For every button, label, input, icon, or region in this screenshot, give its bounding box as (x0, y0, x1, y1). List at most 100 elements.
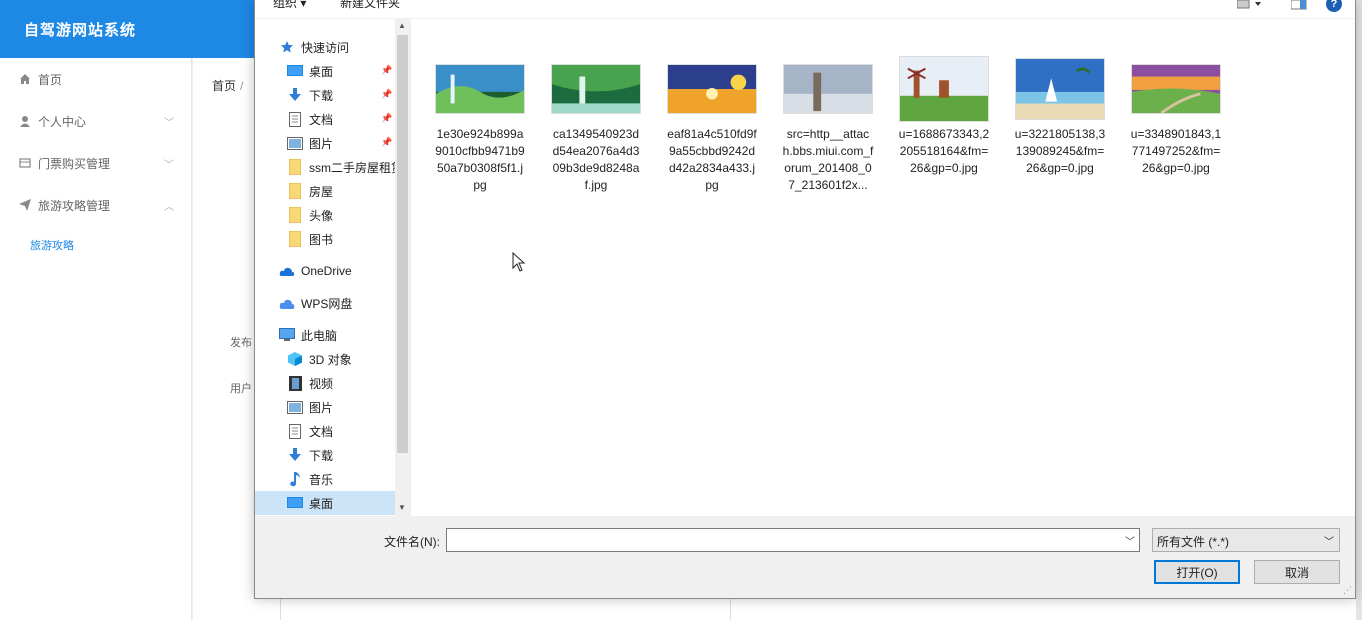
file-item[interactable]: src=http__attach.bbs.miui.com_forum_2014… (778, 55, 878, 194)
nav-item-label: 3D 对象 (309, 352, 352, 367)
app-header: 自驾游网站系统 (0, 0, 254, 58)
nav-item-folder-house[interactable]: 房屋 (287, 179, 410, 203)
sidebar-item-label: 门票购买管理 (38, 156, 111, 171)
form-label-user: 用户 (230, 383, 252, 395)
app-title: 自驾游网站系统 (24, 22, 137, 39)
navigation-pane: 快速访问 桌面 📌 下载 📌 文档 📌 图片 📌 ssm二手房屋租赁 房屋 头像… (255, 19, 410, 516)
sidebar-item-label: 首页 (38, 72, 63, 87)
file-thumbnail (898, 55, 990, 123)
pin-icon: 📌 (381, 89, 393, 99)
nav-item-this-pc[interactable]: 此电脑 (279, 323, 410, 347)
pin-icon: 📌 (381, 113, 393, 123)
file-thumbnail (782, 55, 874, 123)
nav-item-label: 头像 (309, 208, 334, 223)
nav-item-documents[interactable]: 文档 (287, 419, 410, 443)
nav-item-label: ssm二手房屋租赁 (309, 160, 395, 175)
pin-icon: 📌 (381, 137, 393, 147)
filename-input[interactable]: ﹀ (446, 528, 1140, 552)
file-thumbnail (1014, 55, 1106, 123)
app-sidebar: 首页 个人中心 ﹀ 门票购买管理 ﹀ 旅游攻略管理 ︿ 旅游攻略 (0, 58, 192, 620)
cancel-button[interactable]: 取消 (1254, 560, 1340, 584)
folder-icon (287, 207, 303, 223)
nav-item-label: 文档 (309, 424, 334, 439)
resize-grip-icon[interactable]: ⋰ (1343, 585, 1352, 596)
nav-item-videos[interactable]: 视频 (287, 371, 410, 395)
file-item[interactable]: 1e30e924b899a9010cfbb9471b950a7b0308f5f1… (430, 55, 530, 194)
sidebar-item-label: 个人中心 (38, 114, 87, 129)
file-type-value: 所有文件 (*.*) (1157, 535, 1230, 549)
sidebar-item-profile[interactable]: 个人中心 ﹀ (0, 100, 192, 142)
file-item[interactable]: u=3221805138,3139089245&fm=26&gp=0.jpg (1010, 55, 1110, 177)
chevron-down-icon[interactable]: ﹀ (1125, 533, 1135, 548)
download-icon (287, 87, 303, 103)
file-name: src=http__attach.bbs.miui.com_forum_2014… (782, 127, 874, 192)
sidebar-item-guides[interactable]: 旅游攻略管理 ︿ (0, 184, 192, 226)
file-open-dialog: 组织 ▾ 新建文件夹 ? 快速访问 桌面 📌 下载 📌 文档 📌 图片 📌 ss… (254, 0, 1356, 599)
video-icon (287, 375, 303, 391)
cloud-icon (279, 263, 295, 279)
organize-button[interactable]: 组织 ▾ (273, 0, 306, 11)
nav-item-pictures[interactable]: 图片 (287, 395, 410, 419)
nav-item-folder-ssm[interactable]: ssm二手房屋租赁 (287, 155, 395, 179)
file-thumbnail (550, 55, 642, 123)
file-name: ca1349540923dd54ea2076a4d309b3de9d8248af… (552, 127, 640, 192)
nav-item-onedrive[interactable]: OneDrive (279, 259, 410, 283)
scrollbar-thumb[interactable] (397, 35, 408, 453)
wps-cloud-icon (279, 295, 295, 311)
filename-label: 文件名(N): (384, 535, 440, 549)
file-name: 1e30e924b899a9010cfbb9471b950a7b0308f5f1… (435, 127, 525, 192)
picture-icon (287, 135, 303, 151)
nav-item-quick-access[interactable]: 快速访问 (279, 35, 410, 59)
navigation-scrollbar[interactable]: ▲ ▼ (395, 19, 410, 516)
nav-item-label: 房屋 (309, 184, 334, 199)
star-icon (279, 39, 295, 55)
scroll-down-icon[interactable]: ▼ (398, 503, 406, 512)
chevron-down-icon: ﹀ (164, 160, 174, 171)
file-type-select[interactable]: 所有文件 (*.*) ﹀ (1152, 528, 1340, 552)
sidebar-item-tickets[interactable]: 门票购买管理 ﹀ (0, 142, 192, 184)
nav-item-downloads[interactable]: 下载 (287, 443, 410, 467)
view-options-icon[interactable] (1236, 0, 1261, 11)
new-folder-button[interactable]: 新建文件夹 (340, 0, 400, 11)
file-list-pane: 1e30e924b899a9010cfbb9471b950a7b0308f5f1… (411, 19, 1355, 516)
file-item[interactable]: eaf81a4c510fd9f9a55cbbd9242dd42a2834a433… (662, 55, 762, 194)
pin-icon: 📌 (381, 65, 393, 75)
submenu-item-guide[interactable]: 旅游攻略 (30, 237, 74, 253)
divider (280, 599, 281, 620)
nav-item-label: 文档 (309, 112, 334, 127)
cube-icon (287, 351, 303, 367)
nav-item-label: 图片 (309, 136, 334, 151)
nav-item-label: WPS网盘 (301, 296, 353, 311)
file-item[interactable]: ca1349540923dd54ea2076a4d309b3de9d8248af… (546, 55, 646, 194)
document-icon (287, 423, 303, 439)
file-thumbnail (434, 55, 526, 123)
nav-item-music[interactable]: 音乐 (287, 467, 410, 491)
nav-item-wps-cloud[interactable]: WPS网盘 (279, 291, 410, 315)
open-button[interactable]: 打开(O) (1154, 560, 1240, 584)
sidebar-item-home[interactable]: 首页 (0, 58, 192, 100)
file-name: u=3221805138,3139089245&fm=26&gp=0.jpg (1014, 127, 1106, 175)
nav-item-label: 下载 (309, 88, 334, 103)
dialog-toolbar: 组织 ▾ 新建文件夹 ? (255, 0, 1355, 19)
app-form-bottom (254, 599, 1356, 620)
file-item[interactable]: u=1688673343,2205518164&fm=26&gp=0.jpg (894, 55, 994, 177)
file-name: eaf81a4c510fd9f9a55cbbd9242dd42a2834a433… (667, 127, 757, 192)
help-icon[interactable]: ? (1326, 0, 1342, 12)
send-icon (18, 198, 32, 212)
file-item[interactable]: u=3348901843,1771497252&fm=26&gp=0.jpg (1126, 55, 1226, 177)
nav-item-label: OneDrive (301, 264, 352, 278)
nav-item-folder-books[interactable]: 图书 (287, 227, 410, 251)
breadcrumb-home[interactable]: 首页 (212, 79, 236, 93)
file-name: u=3348901843,1771497252&fm=26&gp=0.jpg (1130, 127, 1222, 175)
scroll-up-icon[interactable]: ▲ (398, 21, 406, 30)
nav-item-desktop[interactable]: 桌面 (255, 491, 395, 515)
folder-icon (287, 183, 303, 199)
computer-icon (279, 327, 295, 343)
page-scrollbar[interactable] (1356, 0, 1362, 620)
download-icon (287, 447, 303, 463)
form-label-publish: 发布 (230, 337, 252, 349)
nav-item-folder-avatar[interactable]: 头像 (287, 203, 410, 227)
nav-item-3d-objects[interactable]: 3D 对象 (287, 347, 410, 371)
preview-pane-icon[interactable] (1290, 0, 1307, 11)
ticket-icon (18, 156, 32, 170)
